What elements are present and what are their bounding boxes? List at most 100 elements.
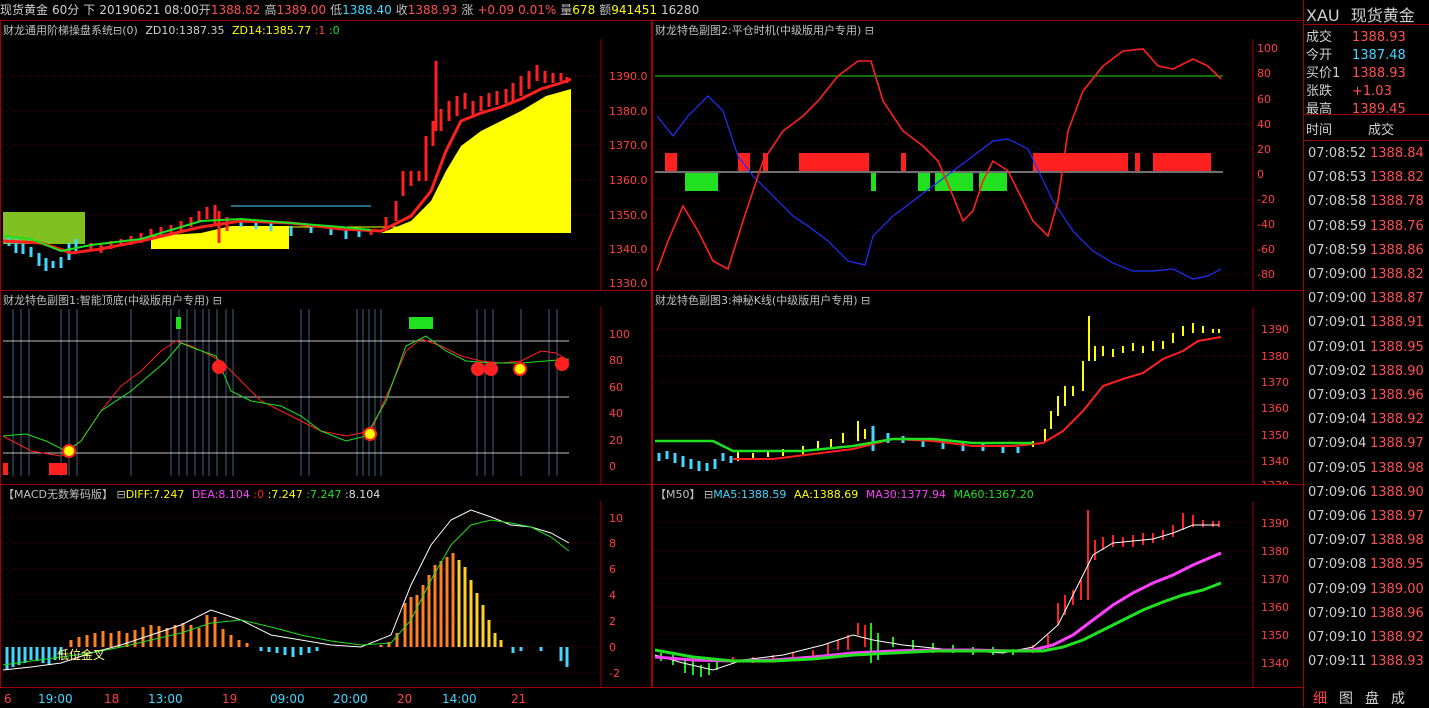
sub2-pane[interactable]: 财龙特色副图2:平仓时机(中级版用户专用) ⊟ 100 80 60 40 20 … — [652, 20, 1304, 291]
volume-label: 量 — [560, 3, 573, 17]
quote-value: +1.03 — [1352, 84, 1392, 99]
high-value: 1389.00 — [276, 3, 327, 17]
macd-ytick: 4 — [609, 589, 616, 602]
macd-ytick: 6 — [609, 563, 616, 576]
quote-key: 张跌 — [1306, 84, 1333, 99]
quote-panel: XAU 现货黄金 成交 1388.93 今开 1387.48 买价1 1388.93 张跌 +… — [1303, 0, 1429, 707]
tick-time: 07:09:00 — [1308, 291, 1367, 307]
quote-panel-tabs: 细图盘成 — [1307, 688, 1429, 707]
tick-row: 07:09:06 1388.97 — [1308, 509, 1424, 524]
quote-row: 张跌 +1.03 — [1306, 80, 1392, 99]
quote-value: 1387.48 — [1352, 48, 1406, 63]
quote-value: 1388.93 — [1352, 66, 1406, 81]
quote-key: 买价1 — [1306, 66, 1341, 81]
close-label: 收 — [395, 3, 408, 17]
sub3-ytick: 1370 — [1261, 376, 1289, 389]
tick-time: 07:09:01 — [1308, 339, 1367, 355]
tab-trades[interactable]: 成 — [1391, 691, 1405, 707]
tick-price: 1388.96 — [1370, 605, 1424, 621]
tick-time: 07:09:06 — [1308, 484, 1367, 500]
tick-price: 1388.92 — [1370, 630, 1424, 645]
tab-detail[interactable]: 细 — [1313, 691, 1327, 707]
m50-ma5-line — [654, 524, 1219, 671]
tick-row: 07:09:00 1388.82 — [1308, 267, 1424, 282]
sub1-green-blocks — [176, 317, 433, 329]
tick-time: 07:08:58 — [1308, 194, 1367, 210]
main-chart-svg: 1390.0 1380.0 1370.0 1360.0 1350.0 1340.… — [2, 39, 648, 290]
tick-row: 07:08:52 1388.84 — [1308, 146, 1424, 161]
xaxis-label: 09:00 — [270, 692, 305, 706]
macd-yaxis: 10 8 6 4 2 0 -2 — [609, 512, 623, 680]
sub2-ytick: -60 — [1257, 243, 1275, 256]
instrument-name: 现货黄金 — [1350, 6, 1415, 25]
quote-key: 今开 — [1306, 48, 1333, 63]
sub2-ytick: 60 — [1257, 93, 1271, 106]
main-ytick: 1360.0 — [609, 174, 648, 187]
sub3-pane[interactable]: 财龙特色副图3:神秘K线(中级版用户专用) ⊟ 1390 1380 1370 1… — [652, 290, 1304, 485]
sub1-ytick: 80 — [609, 354, 623, 367]
sub3-yaxis: 1390 1380 1370 1360 1350 1340 1330 — [1261, 323, 1289, 484]
m50-ytick: 1340 — [1261, 657, 1289, 670]
sub1-vertical-lines — [12, 309, 558, 476]
m50-ytick: 1390 — [1261, 517, 1289, 530]
low-value: 1388.40 — [342, 3, 392, 17]
sub2-ytick: -40 — [1257, 218, 1275, 231]
change-value: +0.09 — [477, 3, 515, 17]
xaxis-label: 14:00 — [442, 692, 477, 706]
macd-pane[interactable]: 【MACD无数筹码版】 ⊟DIFF:7.247 DEA:8.104 :0 :7.… — [0, 484, 652, 688]
sub1-ytick: 60 — [609, 381, 623, 394]
xaxis-label: 20:00 — [333, 692, 368, 706]
sub3-ytick: 1360 — [1261, 402, 1289, 415]
macd-golden-cross-annotation: 低位金叉 — [57, 647, 105, 662]
tick-price: 1388.87 — [1370, 291, 1424, 307]
tab-orderbook[interactable]: 盘 — [1365, 691, 1379, 707]
tick-row: 07:09:08 1388.95 — [1308, 557, 1424, 572]
tick-header-price: 成交 — [1368, 123, 1395, 138]
sub1-ytick: 100 — [609, 328, 630, 341]
tick-row: 07:09:10 1388.96 — [1308, 606, 1424, 621]
main-chart-pane[interactable]: 财龙通用阶梯操盘系统⊟(0) ZD10:1387.35 ZD14:1385.77… — [0, 20, 652, 291]
tick-row: 07:08:53 1388.82 — [1308, 170, 1424, 185]
tick-time: 07:09:11 — [1308, 654, 1367, 670]
sub3-ytick: 1390 — [1261, 323, 1289, 336]
close-value: 1388.93 — [407, 3, 458, 17]
sub1-pane[interactable]: 财龙特色副图1:智能顶底(中级版用户专用) ⊟ 100 80 60 40 20 … — [0, 290, 652, 485]
tick-price: 1388.90 — [1370, 363, 1424, 379]
low-label: 低 — [330, 3, 343, 17]
tick-row: 07:08:59 1388.86 — [1308, 243, 1424, 258]
main-ytick: 1330.0 — [609, 277, 648, 290]
m50-pane[interactable]: 【M50】 ⊟MA5:1388.59 AA:1388.69 MA30:1377.… — [652, 484, 1304, 688]
extra-value: 16280 — [661, 3, 700, 17]
m50-ytick: 1380 — [1261, 545, 1289, 558]
tick-header-time: 时间 — [1306, 123, 1333, 138]
sub1-svg: 100 80 60 40 20 0 — [2, 307, 630, 484]
quote-value: 1388.93 — [1352, 30, 1406, 45]
macd-histogram-pos — [69, 553, 455, 647]
tick-time: 07:08:53 — [1308, 170, 1367, 186]
tab-chart[interactable]: 图 — [1339, 691, 1353, 707]
xaxis-label: 19 — [222, 692, 238, 706]
period-label[interactable]: 60分 — [52, 3, 79, 17]
sub3-ytick: 1380 — [1261, 350, 1289, 363]
sub2-ytick: 80 — [1257, 67, 1271, 80]
xaxis-label: 19:00 — [38, 692, 73, 706]
tick-price: 1388.92 — [1370, 412, 1424, 428]
tick-row: 07:09:10 1388.92 — [1308, 630, 1424, 645]
change-label: 涨 — [461, 3, 474, 17]
quote-row: 买价1 1388.93 — [1306, 62, 1406, 81]
tick-row: 07:09:04 1388.92 — [1308, 412, 1424, 427]
tick-price: 1388.76 — [1370, 218, 1424, 234]
sub1-yaxis: 100 80 60 40 20 0 — [609, 328, 630, 473]
amount-value: 941451 — [611, 3, 658, 17]
tick-header: 时间 成交 — [1306, 119, 1394, 138]
tick-row: 07:09:06 1388.90 — [1308, 485, 1424, 500]
tick-time: 07:08:59 — [1308, 242, 1367, 258]
sub2-ytick: 20 — [1257, 143, 1271, 156]
xaxis-label: 21 — [511, 692, 527, 706]
open-value: 1388.82 — [210, 3, 261, 17]
sub2-green-bars — [685, 173, 1007, 191]
sub1-ytick: 40 — [609, 407, 623, 420]
tick-row: 07:09:05 1388.98 — [1308, 461, 1424, 476]
tick-time: 07:09:09 — [1308, 581, 1367, 597]
high-label: 高 — [264, 3, 277, 17]
